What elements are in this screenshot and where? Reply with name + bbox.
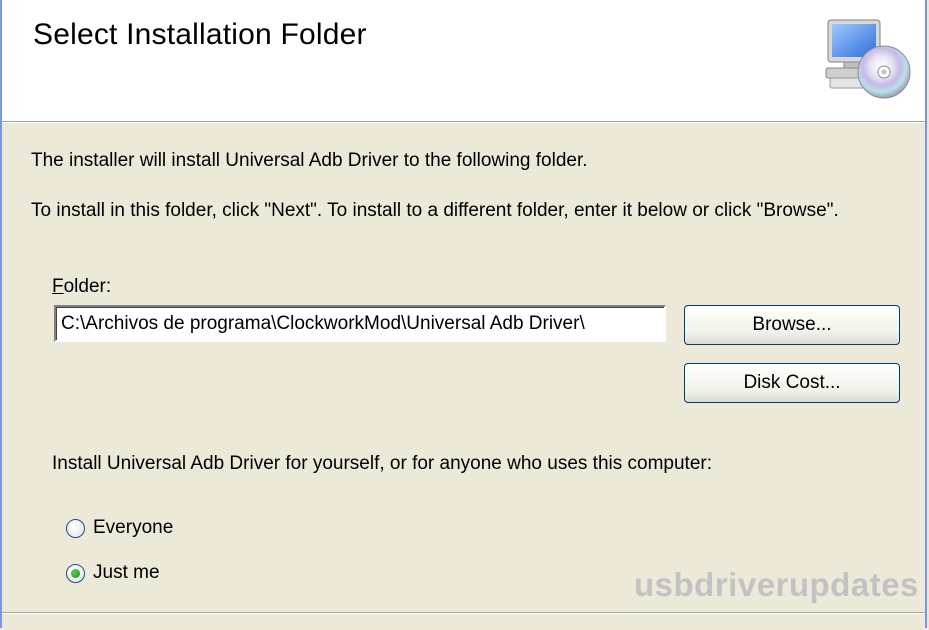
banner-separator (2, 122, 925, 123)
folder-path-input[interactable] (54, 305, 666, 342)
install-description: The installer will install Universal Adb… (31, 150, 588, 171)
watermark: usbdriverupdates (634, 566, 919, 603)
install-scope-question: Install Universal Adb Driver for yoursel… (52, 453, 713, 474)
bottom-separator-highlight (2, 613, 925, 614)
browse-button[interactable]: Browse... (684, 305, 900, 345)
disk-cost-button[interactable]: Disk Cost... (684, 363, 900, 403)
header-banner: Select Installation Folder (2, 0, 925, 122)
radio-just-me-label[interactable]: Just me (93, 562, 160, 584)
install-instructions: To install in this folder, click "Next".… (31, 200, 839, 221)
radio-button[interactable] (66, 518, 85, 538)
folder-label: Folder: (52, 276, 111, 298)
radio-just-me[interactable]: Just me (66, 560, 160, 586)
radio-everyone[interactable]: Everyone (66, 515, 173, 541)
radio-button-selected[interactable] (66, 563, 85, 583)
folder-label-hotkey: F (52, 276, 64, 297)
radio-everyone-label[interactable]: Everyone (93, 517, 173, 539)
page-title: Select Installation Folder (33, 18, 367, 51)
computer-cd-icon (825, 19, 911, 99)
folder-label-text: older: (63, 276, 112, 297)
